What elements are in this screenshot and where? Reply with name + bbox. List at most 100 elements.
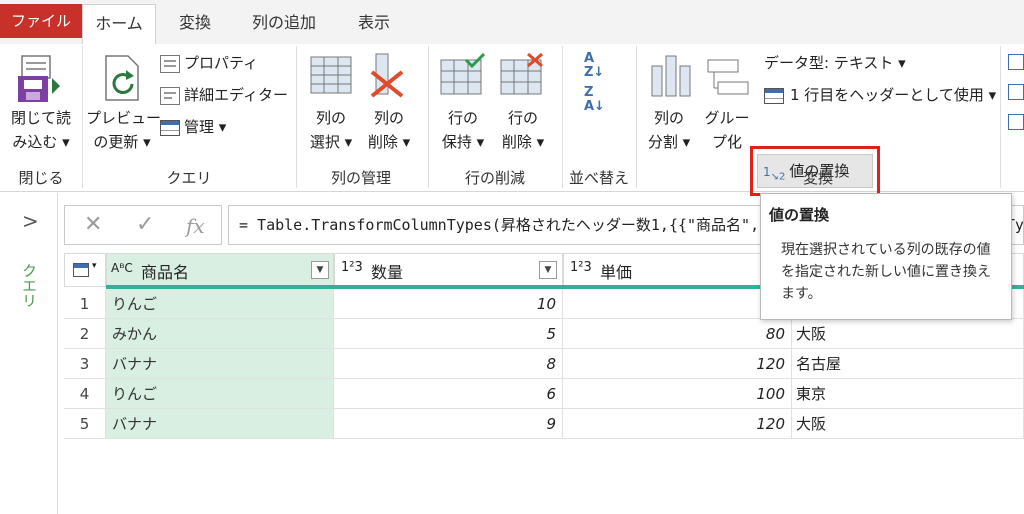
cell-name[interactable]: りんご (106, 289, 334, 319)
tab-home[interactable]: ホーム (82, 4, 156, 44)
column-header-qty[interactable]: 1²3 数量 ▼ (334, 253, 563, 287)
row-number[interactable]: 1 (64, 289, 106, 319)
combine-icon[interactable] (1008, 54, 1024, 70)
keep-rows-label-1: 行の (447, 109, 478, 127)
sort-ascending-icon[interactable]: A Z↓ (584, 52, 604, 80)
advanced-editor-icon (160, 86, 180, 105)
cell-city[interactable]: 大阪 (792, 319, 1024, 349)
keep-rows-icon (440, 52, 486, 95)
group-separator (82, 46, 83, 188)
column-header-name[interactable]: AᴮC 商品名 ▼ (106, 253, 334, 287)
group-by-label-1: グルー (704, 109, 750, 127)
table-icon (73, 263, 89, 277)
queries-pane: > クエリ (0, 193, 58, 514)
table-icon (764, 87, 784, 104)
remove-columns-icon (370, 53, 404, 98)
group-label-close: 閉じる (18, 169, 64, 187)
manage-button[interactable]: 管理 ▾ (160, 116, 226, 138)
table-menu-button[interactable]: ▾ (64, 253, 106, 287)
group-label-transform: 変換 (802, 169, 833, 187)
cell-name[interactable]: りんご (106, 379, 334, 409)
group-separator (562, 46, 563, 188)
cell-city[interactable]: 東京 (792, 379, 1024, 409)
close-load-label-1: 閉じて読 (10, 109, 71, 127)
group-label-reduce-rows: 行の削減 (464, 169, 525, 187)
column-header-label: 単価 (600, 263, 633, 282)
column-header-label: 数量 (371, 263, 404, 282)
split-column-label-1: 列の (653, 109, 684, 127)
tab-view[interactable]: 表示 (346, 4, 402, 44)
chevron-right-icon[interactable]: > (22, 209, 39, 233)
cell-qty[interactable]: 5 (334, 319, 563, 349)
ribbon-tab-bar: ファイル ホーム 変換 列の追加 表示 (0, 0, 1024, 44)
fx-icon[interactable]: fx (186, 214, 205, 238)
table-icon (160, 119, 180, 136)
cell-city[interactable]: 名古屋 (792, 349, 1024, 379)
manage-label: 管理 ▾ (184, 118, 227, 136)
cell-price[interactable]: 80 (563, 319, 792, 349)
commit-icon[interactable]: ✓ (136, 212, 154, 237)
first-row-header-label: 1 行目をヘッダーとして使用 ▾ (790, 86, 997, 104)
datatype-dropdown[interactable]: データ型: テキスト ▾ (764, 52, 906, 74)
column-filter-button[interactable]: ▼ (311, 261, 329, 279)
refresh-label-2: の更新 ▾ (93, 133, 151, 151)
queries-pane-label[interactable]: クエリ (16, 263, 40, 308)
text-type-icon[interactable]: AᴮC (111, 261, 133, 275)
cell-name[interactable]: バナナ (106, 409, 334, 439)
group-by-icon (707, 59, 749, 95)
refresh-icon (105, 55, 139, 101)
choose-columns-label-1: 列の (315, 109, 346, 127)
row-number[interactable]: 4 (64, 379, 106, 409)
group-label-query: クエリ (166, 169, 212, 187)
cell-qty[interactable]: 9 (334, 409, 563, 439)
tab-file[interactable]: ファイル (0, 4, 82, 38)
replace-values-tooltip: 値の置換 現在選択されている列の既存の値を指定された新しい値に置き換えます。 (760, 193, 1012, 320)
group-separator (636, 46, 637, 188)
tooltip-body: 現在選択されている列の既存の値を指定された新しい値に置き換えます。 (781, 242, 991, 302)
choose-columns-icon (310, 56, 352, 94)
row-number[interactable]: 5 (64, 409, 106, 439)
cell-city[interactable]: 大阪 (792, 409, 1024, 439)
group-separator (1000, 46, 1001, 188)
cell-price[interactable]: 100 (563, 379, 792, 409)
row-number[interactable]: 3 (64, 349, 106, 379)
cell-qty[interactable]: 6 (334, 379, 563, 409)
append-icon[interactable] (1008, 84, 1024, 100)
ribbon: 閉じて読 み込む ▾ 閉じる プレビュー の更新 ▾ プロパティ 詳細エディター… (0, 44, 1024, 196)
tab-add-column[interactable]: 列の追加 (236, 4, 332, 44)
advanced-editor-button[interactable]: 詳細エディター (160, 84, 288, 106)
column-filter-button[interactable]: ▼ (539, 261, 557, 279)
cell-price[interactable]: 120 (563, 349, 792, 379)
remove-rows-label-2: 削除 ▾ (501, 133, 545, 151)
row-number[interactable]: 2 (64, 319, 106, 349)
remove-rows-icon (500, 52, 543, 95)
tooltip-title: 値の置換 (769, 206, 830, 224)
use-first-row-as-headers-button[interactable]: 1 行目をヘッダーとして使用 ▾ (764, 84, 996, 106)
number-type-icon[interactable]: 1²3 (341, 260, 363, 275)
column-header-label: 商品名 (141, 263, 190, 282)
remove-columns-label-1: 列の (373, 109, 404, 127)
sort-descending-icon[interactable]: Z A↓ (584, 86, 605, 114)
keep-rows-label-2: 保持 ▾ (441, 133, 485, 151)
cell-price[interactable] (563, 289, 792, 319)
choose-columns-label-2: 選択 ▾ (309, 133, 353, 151)
cell-name[interactable]: バナナ (106, 349, 334, 379)
remove-rows-label-1: 行の (507, 109, 538, 127)
cell-name[interactable]: みかん (106, 319, 334, 349)
split-column-icon (651, 55, 691, 97)
cancel-icon[interactable]: ✕ (84, 212, 102, 237)
tab-transform[interactable]: 変換 (166, 4, 224, 44)
cell-price[interactable]: 120 (563, 409, 792, 439)
properties-icon (160, 54, 180, 73)
advanced-editor-label: 詳細エディター (184, 86, 288, 104)
close-load-label-2: み込む ▾ (12, 133, 70, 151)
refresh-label-1: プレビュー (86, 109, 162, 127)
cell-qty[interactable]: 8 (334, 349, 563, 379)
group-separator (296, 46, 297, 188)
cell-qty[interactable]: 10 (334, 289, 563, 319)
properties-button[interactable]: プロパティ (160, 52, 258, 74)
split-column-label-2: 分割 ▾ (647, 133, 691, 151)
group-label-manage-columns: 列の管理 (330, 169, 391, 187)
number-type-icon[interactable]: 1²3 (570, 260, 592, 275)
merge-icon[interactable] (1008, 114, 1024, 130)
